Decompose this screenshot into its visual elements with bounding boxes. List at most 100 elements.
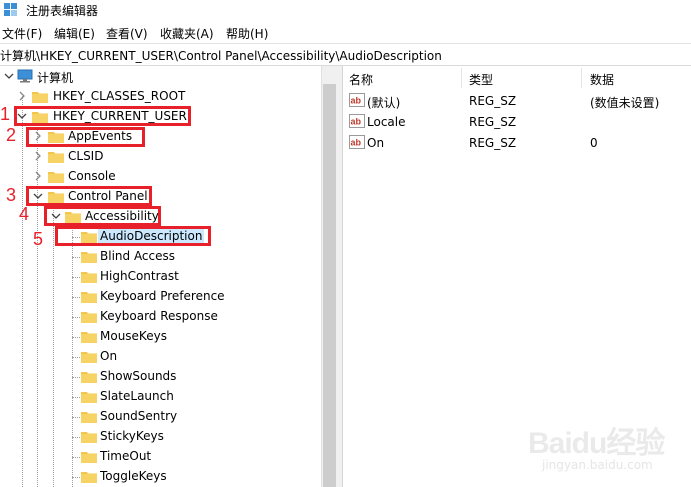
chevron-right-icon[interactable] <box>17 89 27 103</box>
tree-item-togglekeys[interactable]: ToggleKeys <box>0 468 320 486</box>
tree-item-timeout[interactable]: TimeOut <box>0 448 320 466</box>
tree-guide <box>72 277 80 278</box>
tree-item-computer[interactable]: 计算机 <box>0 68 320 86</box>
tree-item-blind-access[interactable]: Blind Access <box>0 248 320 266</box>
column-header-name[interactable]: 名称 <box>349 71 373 88</box>
computer-icon <box>17 69 33 83</box>
column-divider[interactable] <box>461 68 462 88</box>
value-row[interactable]: ab (默认) REG_SZ (数值未设置) <box>343 91 691 111</box>
tree-guide <box>72 397 80 398</box>
tree-item-clsid[interactable]: CLSID <box>0 148 320 166</box>
chevron-right-icon[interactable] <box>33 149 43 163</box>
tree-item-console[interactable]: Console <box>0 168 320 186</box>
tree-scrollbar-thumb[interactable] <box>323 84 336 487</box>
folder-icon <box>81 390 97 403</box>
value-type: REG_SZ <box>469 115 517 129</box>
value-data: (数值未设置) <box>590 96 660 110</box>
tree-item-label: HighContrast <box>100 269 179 283</box>
tree-item-keyboard-response[interactable]: Keyboard Response <box>0 308 320 326</box>
string-value-ab-icon: ab <box>349 114 365 128</box>
tree-guide <box>72 477 80 478</box>
folder-icon <box>81 310 97 323</box>
tree-guide <box>72 337 80 338</box>
folder-icon <box>81 450 97 463</box>
tree-item-slatelaunch[interactable]: SlateLaunch <box>0 388 320 406</box>
tree-item-label: 计算机 <box>37 71 74 85</box>
window-title: 注册表编辑器 <box>26 4 99 18</box>
value-row[interactable]: ab Locale REG_SZ <box>343 112 691 132</box>
tree-item-label: CLSID <box>68 149 104 163</box>
annotation-box-1 <box>14 106 191 126</box>
tree-guide <box>72 377 80 378</box>
tree-item-label: StickyKeys <box>100 429 164 443</box>
tree-item-label: Console <box>68 169 116 183</box>
value-type: REG_SZ <box>469 94 517 108</box>
value-name: On <box>367 136 385 150</box>
menu-view[interactable]: 查看(V) <box>106 25 148 42</box>
tree-guide <box>72 417 80 418</box>
tree-item-label: Keyboard Response <box>100 309 218 323</box>
svg-text:ab: ab <box>351 117 362 127</box>
address-bar[interactable]: 计算机\HKEY_CURRENT_USER\Control Panel\Acce… <box>0 43 691 66</box>
string-value-ab-icon: ab <box>349 135 365 149</box>
tree-item-label: ShowSounds <box>100 369 177 383</box>
annotation-box-5 <box>55 226 211 246</box>
tree-item-soundsentry[interactable]: SoundSentry <box>0 408 320 426</box>
folder-icon <box>81 350 97 363</box>
watermark-logo: Baidu经验 <box>528 427 665 460</box>
folder-icon <box>81 430 97 443</box>
value-type: REG_SZ <box>469 136 517 150</box>
tree-item-highcontrast[interactable]: HighContrast <box>0 268 320 286</box>
address-path[interactable]: 计算机\HKEY_CURRENT_USER\Control Panel\Acce… <box>0 47 442 64</box>
annotation-number-3: 3 <box>6 185 17 205</box>
menu-bar: 文件(F) 编辑(E) 查看(V) 收藏夹(A) 帮助(H) <box>0 22 691 42</box>
menu-favorites[interactable]: 收藏夹(A) <box>160 25 214 42</box>
folder-icon <box>48 170 64 183</box>
annotation-box-2 <box>26 127 145 147</box>
chevron-right-icon[interactable] <box>33 169 43 183</box>
svg-text:ab: ab <box>351 96 362 106</box>
column-divider[interactable] <box>581 68 582 88</box>
column-header-type[interactable]: 类型 <box>469 71 493 88</box>
value-name: (默认) <box>367 96 401 110</box>
tree-item-label: On <box>100 349 118 363</box>
menu-help[interactable]: 帮助(H) <box>226 25 268 42</box>
annotation-number-4: 4 <box>19 204 30 224</box>
annotation-number-2: 2 <box>6 125 17 145</box>
string-value-ab-icon: ab <box>349 93 365 107</box>
value-row[interactable]: ab On REG_SZ 0 <box>343 133 691 153</box>
tree-guide <box>72 357 80 358</box>
tree-item-showsounds[interactable]: ShowSounds <box>0 368 320 386</box>
tree-guide <box>72 317 80 318</box>
watermark-url: jingyan.baidu.com <box>542 458 653 472</box>
tree-item-on[interactable]: On <box>0 348 320 366</box>
folder-icon <box>81 270 97 283</box>
tree-item-hkey-classes-root[interactable]: HKEY_CLASSES_ROOT <box>0 88 320 106</box>
tree-item-label: TimeOut <box>100 449 152 463</box>
svg-text:ab: ab <box>351 138 362 148</box>
tree-item-label: Blind Access <box>100 249 176 263</box>
tree-item-stickykeys[interactable]: StickyKeys <box>0 428 320 446</box>
tree-item-label: HKEY_CLASSES_ROOT <box>53 89 186 103</box>
folder-icon <box>81 290 97 303</box>
value-name: Locale <box>367 115 406 129</box>
folder-icon <box>32 90 48 103</box>
chevron-down-icon[interactable] <box>4 69 14 83</box>
folder-icon <box>81 410 97 423</box>
folder-icon <box>81 470 97 483</box>
tree-item-label: ToggleKeys <box>100 469 167 483</box>
tree-item-mousekeys[interactable]: MouseKeys <box>0 328 320 346</box>
annotation-number-5: 5 <box>33 229 44 249</box>
registry-editor-icon <box>4 3 18 16</box>
folder-icon <box>48 150 64 163</box>
column-header-data[interactable]: 数据 <box>590 71 614 88</box>
tree-item-keyboard-preference[interactable]: Keyboard Preference <box>0 288 320 306</box>
folder-icon <box>81 330 97 343</box>
menu-file[interactable]: 文件(F) <box>2 25 42 42</box>
tree-item-label: SoundSentry <box>100 409 178 423</box>
menu-edit[interactable]: 编辑(E) <box>54 25 95 42</box>
tree-guide <box>72 297 80 298</box>
annotation-box-3 <box>26 186 152 206</box>
annotation-number-1: 1 <box>0 104 11 124</box>
tree-item-label: Keyboard Preference <box>100 289 225 303</box>
